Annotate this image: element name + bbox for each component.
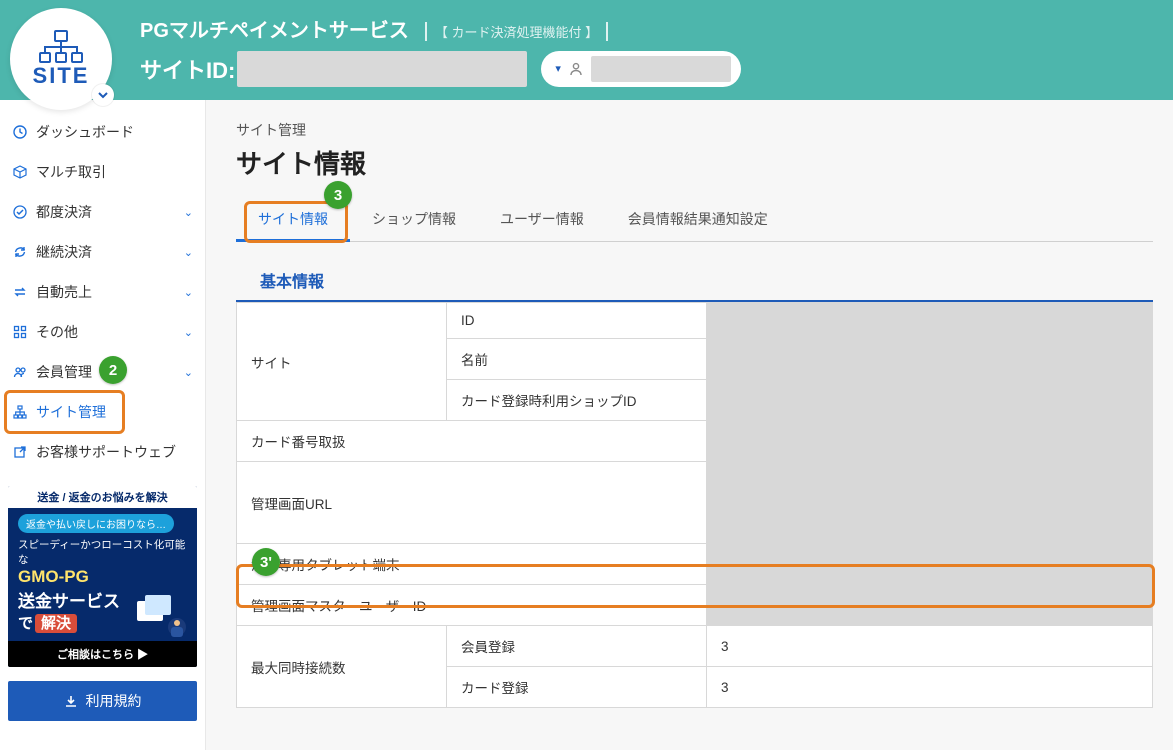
sidebar-item-recurring[interactable]: 継続決済 ⌄ (0, 232, 205, 272)
cell-master-user-label: 管理画面マスターユーザーID (237, 585, 707, 626)
main-content: サイト管理 サイト情報 サイト情報 ショップ情報 ユーザー情報 会員情報結果通知… (206, 100, 1173, 750)
basic-info-table: サイト ID 名前 カード登録時利用ショップID カード番号取扱 管 (236, 302, 1153, 708)
cell-site-name-label: 名前 (447, 339, 707, 380)
service-sub: 【 カード決済処理機能付 】 (425, 22, 608, 41)
annotation-marker-3: 3 (324, 181, 352, 209)
chevron-down-icon: ⌄ (184, 206, 193, 219)
sidebar-item-label: サイト管理 (36, 402, 106, 422)
annotation-marker-3p: 3' (252, 548, 280, 576)
app-header: SITE PGマルチペイメントサービス 【 カード決済処理機能付 】 サイトID… (0, 0, 1173, 100)
person-icon (569, 62, 583, 76)
sidebar-item-label: お客様サポートウェブ (36, 442, 176, 462)
sidebar-item-label: その他 (36, 322, 78, 342)
sidebar-item-support[interactable]: お客様サポートウェブ (0, 432, 205, 472)
sidebar-item-label: 自動売上 (36, 282, 92, 302)
site-id-label: サイトID: (140, 53, 235, 85)
cell-admin-url-label: 管理画面URL (237, 462, 707, 544)
cell-card-handling-label: カード番号取扱 (237, 421, 707, 462)
cell-max-conn-card-value: 3 (707, 667, 1153, 708)
tab-shop-info[interactable]: ショップ情報 (350, 195, 478, 241)
cell-site-id-value (707, 303, 1153, 339)
sidebar-item-label: 会員管理 (36, 362, 92, 382)
sidebar-item-other[interactable]: その他 ⌄ (0, 312, 205, 352)
cell-shop-id-value (707, 380, 1153, 421)
service-name: PGマルチペイメントサービス (140, 14, 409, 43)
table-row: サイト ID (237, 303, 1153, 339)
cell-max-conn-label: 最大同時接続数 (237, 626, 447, 708)
section-title: 基本情報 (236, 268, 1153, 302)
sidebar-item-label: マルチ取引 (36, 162, 106, 182)
sitemap-icon (36, 29, 86, 65)
promo-illustration-icon (131, 591, 191, 641)
check-badge-icon (12, 204, 28, 220)
terms-label: 利用規約 (86, 691, 142, 711)
tab-member-notify[interactable]: 会員情報結果通知設定 (606, 195, 790, 241)
chevron-down-icon: ⌄ (184, 366, 193, 379)
table-row: 決済専用タブレット端末 (237, 544, 1153, 585)
promo-cta[interactable]: ご相談はこちら ▶ (8, 641, 197, 667)
refresh-icon (12, 244, 28, 260)
sidebar-item-label: 継続決済 (36, 242, 92, 262)
promo-banner[interactable]: 送金 / 返金のお悩みを解決 返金や払い戻しにお困りなら… スピーディーかつロー… (8, 486, 197, 667)
chevron-down-icon: ⌄ (184, 326, 193, 339)
table-row: 管理画面マスターユーザーID (237, 585, 1153, 626)
tab-label: サイト情報 (258, 211, 328, 227)
cell-card-handling-value (707, 421, 1153, 462)
tabs: サイト情報 ショップ情報 ユーザー情報 会員情報結果通知設定 (236, 195, 1153, 242)
promo-pill: 返金や払い戻しにお困りなら… (18, 514, 174, 533)
clock-icon (12, 124, 28, 140)
grid-icon (12, 324, 28, 340)
logo-chevron[interactable] (92, 84, 114, 106)
sidebar-item-label: 都度決済 (36, 202, 92, 222)
sidebar-item-each-payment[interactable]: 都度決済 ⌄ (0, 192, 205, 232)
cube-icon (12, 164, 28, 180)
cell-tablet-value (707, 544, 1153, 585)
promo-brand: GMO-PG (18, 567, 187, 587)
tab-label: ユーザー情報 (500, 211, 584, 227)
tab-user-info[interactable]: ユーザー情報 (478, 195, 606, 241)
cell-site-id-label: ID (447, 303, 707, 339)
user-menu[interactable]: ▾ (541, 51, 741, 87)
tab-label: ショップ情報 (372, 211, 456, 227)
site-id-value (237, 51, 527, 87)
sidebar-item-auto-sales[interactable]: 自動売上 ⌄ (0, 272, 205, 312)
user-name-value (591, 56, 731, 82)
promo-line: スピーディーかつローコスト化可能な (18, 537, 187, 567)
cell-max-conn-member-value: 3 (707, 626, 1153, 667)
sidebar-item-label: ダッシュボード (36, 122, 134, 142)
logo-text: SITE (33, 63, 90, 89)
cell-shop-id-label: カード登録時利用ショップID (447, 380, 707, 421)
external-link-icon (12, 444, 28, 460)
sidebar-item-dashboard[interactable]: ダッシュボード (0, 112, 205, 152)
cell-admin-url-value (707, 462, 1153, 544)
cell-master-user-value (707, 585, 1153, 626)
chevron-down-icon (98, 90, 108, 100)
users-icon (12, 364, 28, 380)
table-row: カード番号取扱 (237, 421, 1153, 462)
chevron-down-icon: ⌄ (184, 286, 193, 299)
breadcrumb: サイト管理 (236, 120, 1153, 140)
cell-site-name-value (707, 339, 1153, 380)
table-row: 最大同時接続数 会員登録 3 (237, 626, 1153, 667)
site-logo[interactable]: SITE (10, 8, 112, 110)
cell-max-conn-card-label: カード登録 (447, 667, 707, 708)
sidebar-item-members[interactable]: 会員管理 ⌄ 2 (0, 352, 205, 392)
chevron-down-icon: ▾ (555, 62, 561, 75)
chevron-down-icon: ⌄ (184, 246, 193, 259)
sidebar: ダッシュボード マルチ取引 都度決済 ⌄ 継続決済 ⌄ 自動売上 ⌄ その他 ⌄ (0, 100, 206, 750)
cell-max-conn-member-label: 会員登録 (447, 626, 707, 667)
terms-button[interactable]: 利用規約 (8, 681, 197, 721)
swap-icon (12, 284, 28, 300)
cell-site-group: サイト (237, 303, 447, 421)
page-title: サイト情報 (236, 144, 1153, 181)
sidebar-item-site-admin[interactable]: サイト管理 (0, 392, 205, 432)
annotation-marker-2: 2 (99, 356, 127, 384)
download-icon (64, 694, 78, 708)
cell-tablet-label: 決済専用タブレット端末 (237, 544, 707, 585)
sitemap-icon (12, 404, 28, 420)
promo-heading: 送金 / 返金のお悩みを解決 (8, 486, 197, 508)
tab-label: 会員情報結果通知設定 (628, 211, 768, 227)
table-row: 管理画面URL (237, 462, 1153, 544)
sidebar-item-multi-trans[interactable]: マルチ取引 (0, 152, 205, 192)
